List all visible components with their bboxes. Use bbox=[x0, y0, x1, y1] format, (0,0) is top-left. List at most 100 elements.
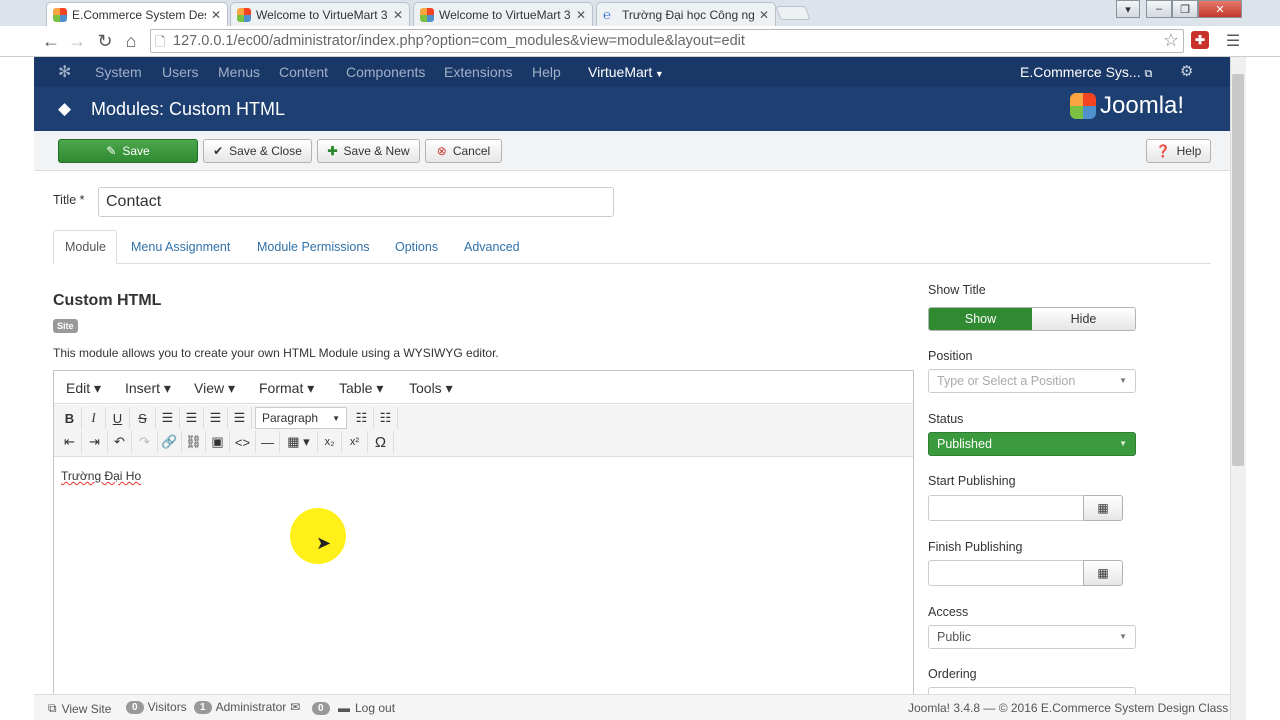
nav-item-users[interactable]: Users bbox=[162, 64, 199, 80]
tab-options[interactable]: Options bbox=[395, 230, 438, 264]
unlink-icon[interactable]: ⛓ bbox=[182, 431, 206, 453]
reload-icon[interactable]: ↻ bbox=[94, 31, 116, 52]
bold-icon[interactable]: B bbox=[58, 407, 82, 429]
start-publishing-input[interactable] bbox=[928, 495, 1084, 521]
editor-menu-tools[interactable]: Tools ▾ bbox=[409, 380, 453, 397]
minus-icon: ▬ bbox=[338, 701, 350, 715]
align-left-icon[interactable]: ☰ bbox=[156, 407, 180, 429]
code-icon[interactable]: <> bbox=[230, 431, 256, 453]
maximize-button[interactable]: ❐ bbox=[1172, 0, 1198, 18]
save-close-button[interactable]: ✔ Save & Close bbox=[203, 139, 312, 163]
browser-tab[interactable]: Welcome to VirtueMart 3 ✕ bbox=[230, 2, 410, 26]
new-tab-button[interactable] bbox=[775, 6, 811, 20]
status-select[interactable]: Published ▼ bbox=[928, 432, 1136, 456]
ordering-label: Ordering bbox=[928, 667, 977, 681]
finish-publishing-label: Finish Publishing bbox=[928, 540, 1023, 554]
editor-menu-view[interactable]: View ▾ bbox=[194, 380, 235, 397]
joomla-favicon-icon bbox=[420, 7, 434, 22]
nav-item-virtuemart[interactable]: VirtueMart ▼ bbox=[588, 64, 664, 80]
special-character-icon[interactable]: Ω bbox=[368, 431, 394, 453]
numbered-list-icon[interactable]: ☷ bbox=[374, 407, 398, 429]
subscript-icon[interactable]: x₂ bbox=[318, 431, 342, 453]
strikethrough-icon[interactable]: S bbox=[130, 407, 156, 429]
tab-menu-assignment[interactable]: Menu Assignment bbox=[131, 230, 230, 264]
joomla-logo-icon[interactable]: ✻ bbox=[58, 62, 71, 82]
align-justify-icon[interactable]: ☰ bbox=[228, 407, 252, 429]
forward-icon[interactable]: → bbox=[66, 31, 88, 52]
menu-icon[interactable]: ☰ bbox=[1222, 31, 1244, 51]
admin-count-badge: 1 bbox=[194, 700, 212, 714]
back-icon[interactable]: ← bbox=[40, 31, 62, 52]
browser-toolbar: ← → ↻ ⌂ 🗋 127.0.0.1/ec00/administrator/i… bbox=[0, 26, 1280, 57]
italic-icon[interactable]: I bbox=[82, 407, 106, 429]
external-link-icon: ⧉ bbox=[1144, 68, 1153, 80]
position-select[interactable]: Type or Select a Position ▼ bbox=[928, 369, 1136, 393]
nav-item-content[interactable]: Content bbox=[279, 64, 328, 80]
outdent-icon[interactable]: ⇤ bbox=[58, 431, 82, 453]
superscript-icon[interactable]: x² bbox=[342, 431, 368, 453]
editor-menu-format[interactable]: Format ▾ bbox=[259, 380, 314, 397]
user-profile-button[interactable]: ▾ bbox=[1116, 0, 1140, 18]
address-bar[interactable]: 🗋 127.0.0.1/ec00/administrator/index.php… bbox=[150, 29, 1184, 53]
editor-menubar bbox=[54, 371, 913, 404]
bullet-list-icon[interactable]: ☷ bbox=[350, 407, 374, 429]
close-window-button[interactable]: ✕ bbox=[1198, 0, 1242, 18]
editor-menu-table[interactable]: Table ▾ bbox=[339, 380, 383, 397]
nav-item-components[interactable]: Components bbox=[346, 64, 425, 80]
mouse-pointer-icon: ➤ bbox=[316, 533, 332, 553]
align-center-icon[interactable]: ☰ bbox=[180, 407, 204, 429]
nav-item-extensions[interactable]: Extensions bbox=[444, 64, 512, 80]
access-select[interactable]: Public ▼ bbox=[928, 625, 1136, 649]
administrator-indicator: 1 Administrator ✉ bbox=[194, 700, 300, 714]
envelope-icon[interactable]: ✉ bbox=[290, 700, 300, 714]
help-button[interactable]: ❓ Help bbox=[1146, 139, 1211, 163]
tab-module-permissions[interactable]: Module Permissions bbox=[257, 230, 370, 264]
gear-icon[interactable]: ⚙ bbox=[1180, 62, 1193, 80]
plus-icon: ✚ bbox=[327, 144, 338, 158]
tab-advanced[interactable]: Advanced bbox=[464, 230, 520, 264]
calendar-icon[interactable]: ▦ bbox=[1083, 560, 1123, 586]
close-tab-icon[interactable]: ✕ bbox=[759, 8, 769, 22]
save-new-button[interactable]: ✚ Save & New bbox=[317, 139, 420, 163]
paragraph-format-select[interactable]: Paragraph ▼ bbox=[255, 407, 347, 429]
align-right-icon[interactable]: ☰ bbox=[204, 407, 228, 429]
hide-button[interactable]: Hide bbox=[1032, 308, 1135, 330]
tab-module[interactable]: Module bbox=[53, 230, 117, 264]
bookmark-star-icon[interactable]: ☆ bbox=[1163, 30, 1179, 51]
site-link[interactable]: E.Commerce Sys... ⧉ bbox=[1020, 64, 1152, 81]
joomla-favicon-icon bbox=[53, 7, 67, 22]
close-tab-icon[interactable]: ✕ bbox=[576, 8, 586, 22]
nav-item-menus[interactable]: Menus bbox=[218, 64, 260, 80]
nav-item-system[interactable]: System bbox=[95, 64, 142, 80]
calendar-icon[interactable]: ▦ bbox=[1083, 495, 1123, 521]
editor-menu-edit[interactable]: Edit ▾ bbox=[66, 380, 101, 397]
browser-tab[interactable]: Welcome to VirtueMart 3 ✕ bbox=[413, 2, 593, 26]
editor-content-area[interactable]: Trường Đại Ho ➤ bbox=[54, 458, 913, 694]
table-icon[interactable]: ▦ ▾ bbox=[280, 431, 318, 453]
cancel-button[interactable]: ⊗ Cancel bbox=[425, 139, 502, 163]
scrollbar-thumb[interactable] bbox=[1232, 74, 1244, 466]
show-button[interactable]: Show bbox=[929, 308, 1032, 330]
redo-icon[interactable]: ↷ bbox=[132, 431, 158, 453]
editor-menu-insert[interactable]: Insert ▾ bbox=[125, 380, 171, 397]
browser-tab[interactable]: E.Commerce System Desig ✕ bbox=[46, 2, 228, 26]
minimize-button[interactable]: – bbox=[1146, 0, 1172, 18]
extension-icon[interactable]: ✚ bbox=[1191, 31, 1209, 49]
link-icon[interactable]: 🔗 bbox=[158, 431, 182, 453]
title-input[interactable]: Contact bbox=[98, 187, 614, 217]
horizontal-rule-icon[interactable]: — bbox=[256, 431, 280, 453]
logout-link[interactable]: ▬ Log out bbox=[338, 701, 395, 715]
view-site-link[interactable]: ⧉ View Site bbox=[48, 701, 111, 716]
save-button[interactable]: ✎ Save bbox=[58, 139, 198, 163]
undo-icon[interactable]: ↶ bbox=[108, 431, 132, 453]
nav-item-help[interactable]: Help bbox=[532, 64, 561, 80]
tab-divider bbox=[53, 263, 1211, 264]
indent-icon[interactable]: ⇥ bbox=[82, 431, 108, 453]
browser-tab[interactable]: ℮ Trường Đại học Công ngh ✕ bbox=[596, 2, 776, 26]
underline-icon[interactable]: U bbox=[106, 407, 130, 429]
close-tab-icon[interactable]: ✕ bbox=[393, 8, 403, 22]
home-icon[interactable]: ⌂ bbox=[120, 31, 142, 52]
image-icon[interactable]: ▣ bbox=[206, 431, 230, 453]
close-tab-icon[interactable]: ✕ bbox=[211, 8, 221, 22]
finish-publishing-input[interactable] bbox=[928, 560, 1084, 586]
